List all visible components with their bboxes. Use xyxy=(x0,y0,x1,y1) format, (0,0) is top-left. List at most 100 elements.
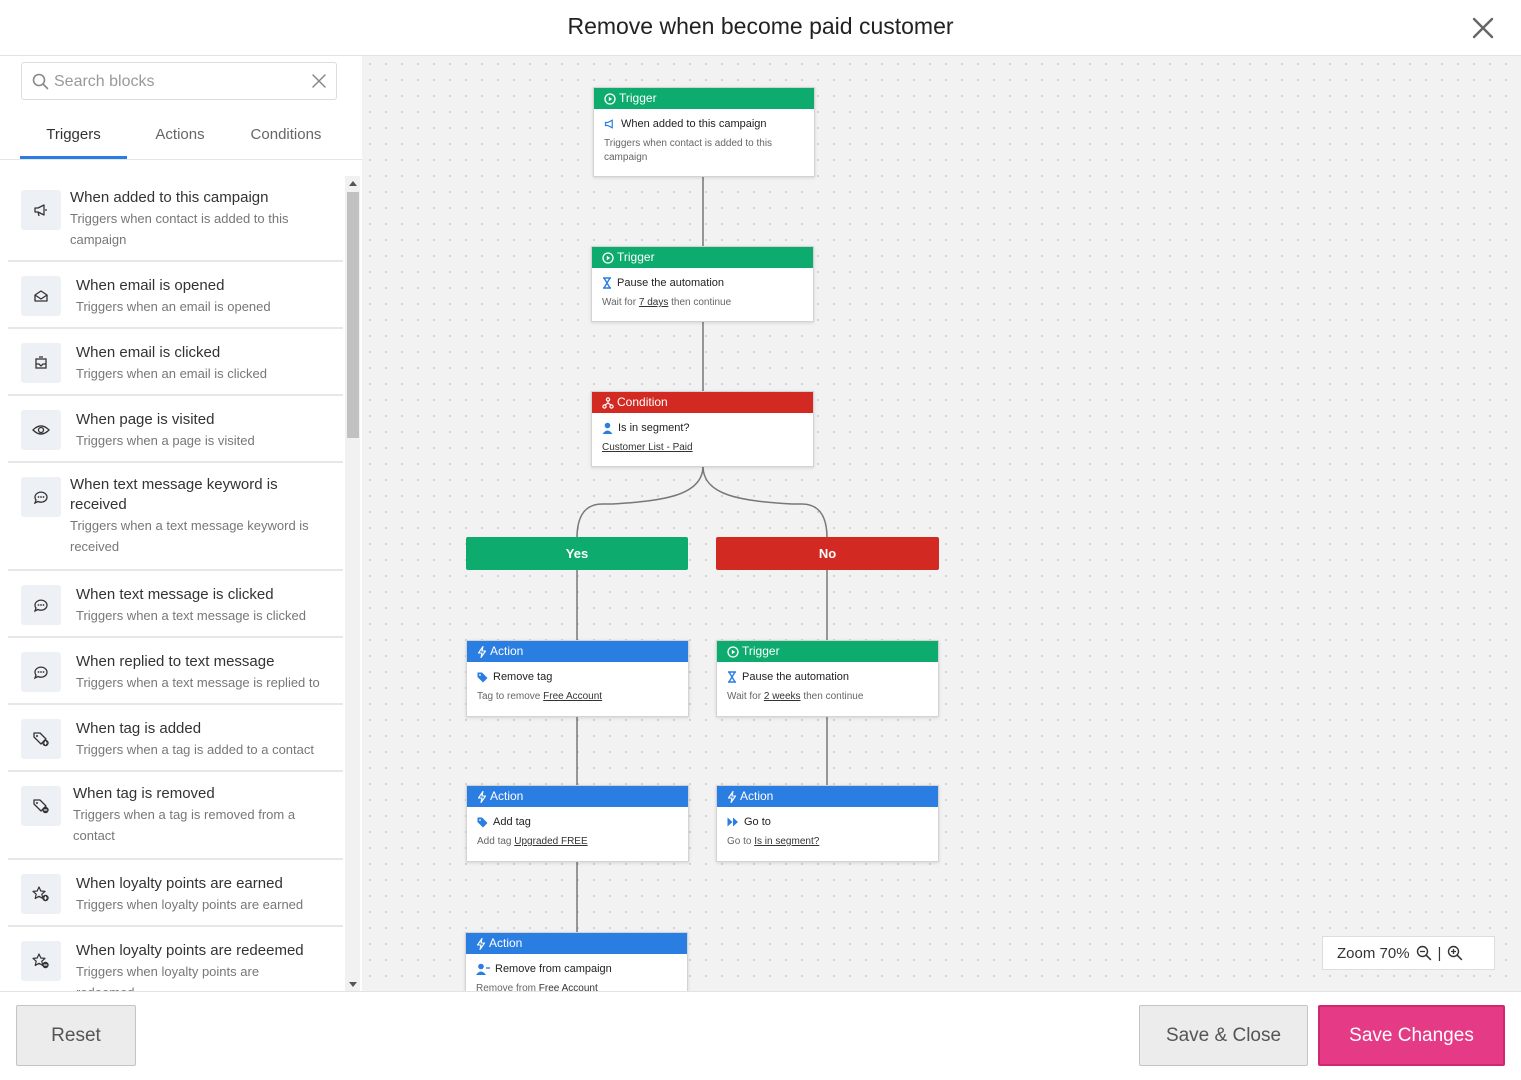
megaphone-icon xyxy=(21,190,61,230)
tag-remove-icon xyxy=(21,786,61,826)
trigger-item-tag-added[interactable]: When tag is added Triggers when a tag is… xyxy=(8,705,343,772)
node-header: Action xyxy=(467,786,688,807)
close-button[interactable] xyxy=(1471,16,1495,40)
trigger-item-title: When email is clicked xyxy=(76,344,221,361)
flow-node-trigger-added[interactable]: Trigger When added to this campaign Trig… xyxy=(593,87,815,177)
node-title-text: Add tag xyxy=(493,816,531,828)
node-type-label: Trigger xyxy=(619,91,657,105)
fast-forward-icon xyxy=(727,817,738,827)
modal-title: Remove when become paid customer xyxy=(567,13,954,39)
trigger-item-title: When text message is clicked xyxy=(76,586,274,603)
trigger-list: When added to this campaign Triggers whe… xyxy=(8,176,343,991)
branch-icon xyxy=(602,396,614,409)
save-close-button[interactable]: Save & Close xyxy=(1139,1005,1308,1066)
play-circle-icon xyxy=(604,92,616,105)
scrollbar-thumb[interactable] xyxy=(347,192,359,438)
flow-node-remove-tag[interactable]: Action Remove tag Tag to remove Free Acc… xyxy=(466,640,689,717)
node-desc: Customer List - Paid xyxy=(602,442,693,453)
node-title-text: Is in segment? xyxy=(618,422,690,434)
trigger-item-sms-clicked[interactable]: When text message is clicked Triggers wh… xyxy=(8,571,343,638)
trigger-item-desc: Triggers when a tag is removed from a co… xyxy=(73,807,296,843)
scroll-down-arrow-icon[interactable] xyxy=(349,982,357,987)
trigger-item-added-to-campaign[interactable]: When added to this campaign Triggers whe… xyxy=(8,176,343,262)
flow-node-condition-segment[interactable]: Condition Is in segment? Customer List -… xyxy=(591,391,814,467)
trigger-item-email-clicked[interactable]: When email is clicked Triggers when an e… xyxy=(8,329,343,396)
node-desc: Tag to remove Free Account xyxy=(477,691,603,702)
envelope-open-icon xyxy=(21,276,61,316)
trigger-item-desc: Triggers when loyalty points are earned xyxy=(76,897,304,912)
tab-actions[interactable]: Actions xyxy=(127,114,233,159)
node-title-text: Pause the automation xyxy=(617,277,725,289)
node-header: Action xyxy=(717,786,938,807)
tag-icon xyxy=(477,672,488,682)
node-type-label: Trigger xyxy=(617,250,655,264)
node-desc: Wait for 2 weeks then continue xyxy=(727,691,864,702)
node-desc: Remove from Free Account xyxy=(476,983,598,991)
play-circle-icon xyxy=(602,251,614,264)
clear-search-icon[interactable] xyxy=(312,74,326,93)
sms-reply-icon xyxy=(21,652,61,692)
node-header: Trigger xyxy=(717,641,938,662)
bolt-icon xyxy=(477,645,487,658)
trigger-item-loyalty-earned[interactable]: When loyalty points are earned Triggers … xyxy=(8,860,343,927)
node-title-text: Pause the automation xyxy=(742,671,850,683)
star-add-icon xyxy=(21,874,61,914)
trigger-item-desc: Triggers when a text message is clicked xyxy=(76,608,307,623)
node-title: Remove from campaign xyxy=(466,962,687,976)
star-remove-icon xyxy=(21,941,61,981)
reset-button[interactable]: Reset xyxy=(16,1005,136,1066)
trigger-item-page-visited[interactable]: When page is visited Triggers when a pag… xyxy=(8,396,343,463)
block-sidebar: Triggers Actions Conditions When added t… xyxy=(0,56,362,991)
flow-node-remove-from-campaign[interactable]: Action Remove from campaign Remove from … xyxy=(465,932,688,991)
flow-node-pause-2-weeks[interactable]: Trigger Pause the automation Wait for 2 … xyxy=(716,640,939,717)
trigger-item-desc: Triggers when a tag is added to a contac… xyxy=(76,742,314,757)
trigger-item-loyalty-redeemed[interactable]: When loyalty points are redeemed Trigger… xyxy=(8,927,343,991)
trigger-item-desc: Triggers when a page is visited xyxy=(76,433,255,448)
trigger-item-email-opened[interactable]: When email is opened Triggers when an em… xyxy=(8,262,343,329)
trigger-item-desc: Triggers when an email is clicked xyxy=(76,366,267,381)
node-header: Action xyxy=(466,933,687,954)
user-icon xyxy=(602,422,613,434)
zoom-in-icon[interactable] xyxy=(1447,945,1463,961)
node-type-label: Condition xyxy=(617,395,668,409)
scroll-up-arrow-icon[interactable] xyxy=(349,181,357,186)
branch-no[interactable]: No xyxy=(716,537,939,570)
flow-node-add-tag[interactable]: Action Add tag Add tag Upgraded FREE xyxy=(466,785,689,862)
node-type-label: Action xyxy=(489,936,523,950)
block-tabs: Triggers Actions Conditions xyxy=(0,114,362,160)
flow-canvas[interactable]: Trigger When added to this campaign Trig… xyxy=(362,56,1521,991)
node-type-label: Action xyxy=(740,789,774,803)
trigger-item-sms-replied[interactable]: When replied to text message Triggers wh… xyxy=(8,638,343,705)
search-input[interactable] xyxy=(52,63,306,101)
trigger-item-tag-removed[interactable]: When tag is removed Triggers when a tag … xyxy=(8,772,343,860)
sms-keyword-icon xyxy=(21,477,61,517)
trigger-item-title: When added to this campaign xyxy=(70,189,269,206)
zoom-out-icon[interactable] xyxy=(1416,945,1432,961)
node-title: Pause the automation xyxy=(717,670,938,684)
trigger-item-desc: Triggers when loyalty points are redeeme… xyxy=(76,964,260,991)
play-circle-icon xyxy=(727,645,739,658)
tab-triggers[interactable]: Triggers xyxy=(20,114,127,159)
flow-node-pause-7-days[interactable]: Trigger Pause the automation Wait for 7 … xyxy=(591,246,814,322)
node-header: Trigger xyxy=(592,247,813,268)
megaphone-icon xyxy=(604,119,613,129)
zoom-level: Zoom 70% xyxy=(1337,944,1410,962)
flow-node-go-to[interactable]: Action Go to Go to Is in segment? xyxy=(716,785,939,862)
node-title: Go to xyxy=(717,815,938,829)
node-title-text: Go to xyxy=(744,816,771,828)
tab-conditions[interactable]: Conditions xyxy=(233,114,339,159)
branch-yes[interactable]: Yes xyxy=(466,537,688,570)
trigger-item-desc: Triggers when a text message keyword is … xyxy=(70,518,309,554)
trigger-item-desc: Triggers when an email is opened xyxy=(76,299,271,314)
node-title-text: Remove tag xyxy=(493,671,553,683)
node-header: Condition xyxy=(592,392,813,413)
zoom-separator: | xyxy=(1437,944,1442,962)
zoom-control: Zoom 70% | xyxy=(1322,936,1495,970)
node-header: Action xyxy=(467,641,688,662)
trigger-item-title: When replied to text message xyxy=(76,653,275,670)
save-changes-button[interactable]: Save Changes xyxy=(1318,1005,1505,1066)
node-type-label: Action xyxy=(490,644,524,658)
sidebar-scrollbar[interactable] xyxy=(345,176,360,991)
trigger-item-sms-keyword[interactable]: When text message keyword is received Tr… xyxy=(8,463,343,571)
eye-icon xyxy=(21,410,61,450)
